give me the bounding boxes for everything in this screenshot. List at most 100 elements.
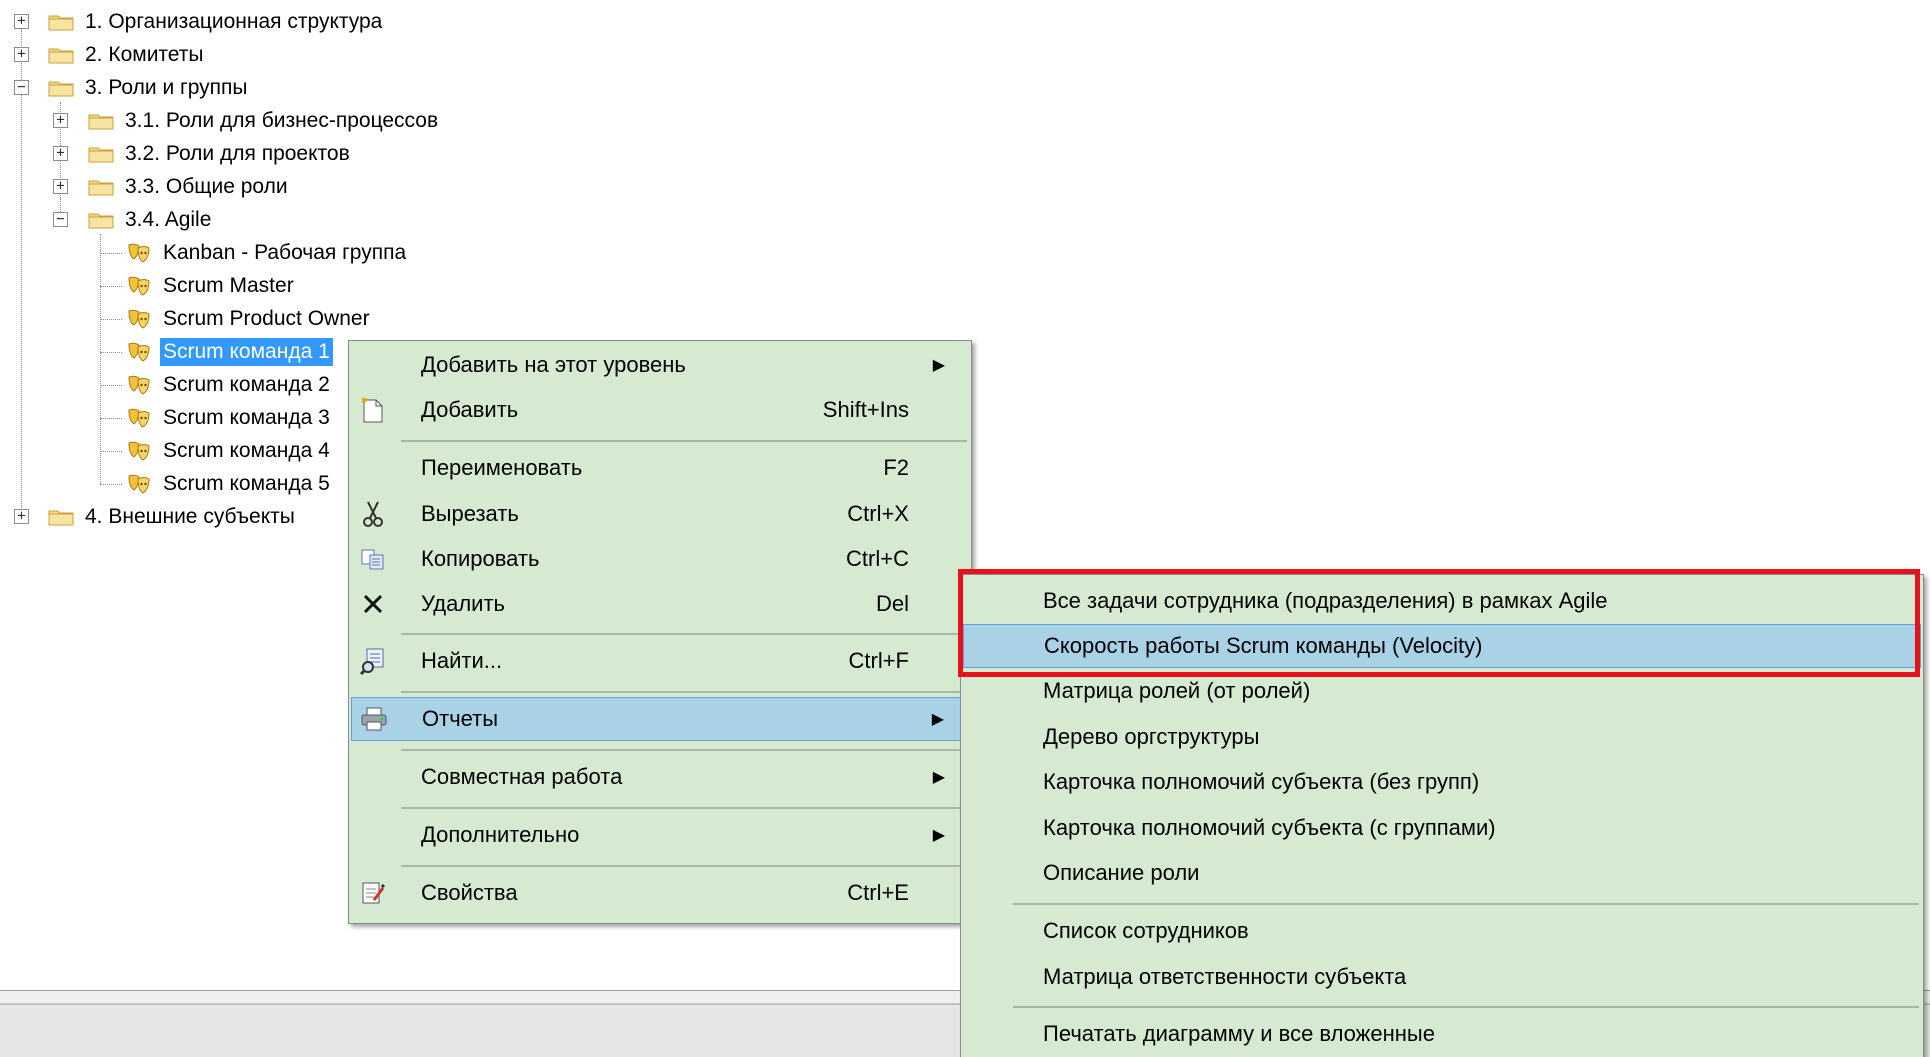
folder-icon <box>88 145 114 163</box>
tree-connector <box>21 22 22 518</box>
tree-node-label: 1. Организационная структура <box>85 10 383 33</box>
menu-item-shortcut: Ctrl+F <box>848 648 910 673</box>
menu-item-reports[interactable]: Отчеты ▶ <box>351 697 969 741</box>
menu-item-shortcut: F2 <box>883 455 909 480</box>
menu-item-label: Найти... <box>421 648 503 673</box>
tree-node-label: Scrum команда 4 <box>163 439 330 462</box>
menu-separator <box>401 749 967 751</box>
menu-item-add-to-level[interactable]: Добавить на этот уровень ▶ <box>351 343 969 387</box>
menu-item-advanced[interactable]: Дополнительно ▶ <box>351 813 969 857</box>
tree-node-committees[interactable]: 2. Комитеты <box>48 39 207 71</box>
tree-node-role[interactable]: Scrum Master <box>126 270 297 302</box>
context-menu: Добавить на этот уровень ▶ Добавить Shif… <box>348 340 972 924</box>
tree-node-role[interactable]: Scrum команда 2 <box>126 369 333 401</box>
menu-item-report-org-tree[interactable]: Дерево оргструктуры <box>963 715 1921 759</box>
tree-node-label: 3.3. Общие роли <box>125 175 288 198</box>
menu-separator <box>1013 1006 1919 1008</box>
folder-icon <box>88 178 114 196</box>
menu-item-label: Печатать диаграмму и все вложенные <box>1043 1021 1435 1046</box>
tree-node-bp-roles[interactable]: 3.1. Роли для бизнес-процессов <box>88 105 441 137</box>
menu-separator <box>401 865 967 867</box>
tree-node-common-roles[interactable]: 3.3. Общие роли <box>88 171 291 203</box>
folder-icon <box>48 508 74 526</box>
tree-node-label: Scrum Master <box>163 274 294 297</box>
menu-item-label: Список сотрудников <box>1043 918 1249 943</box>
tree-node-role[interactable]: Kanban - Рабочая группа <box>126 237 409 269</box>
tree-node-role[interactable]: Scrum команда 3 <box>126 402 333 434</box>
properties-icon <box>357 877 389 909</box>
menu-item-report-authority-with-groups[interactable]: Карточка полномочий субъекта (с группами… <box>963 806 1921 850</box>
delete-x-icon <box>357 588 389 620</box>
menu-item-label: Переименовать <box>421 455 583 480</box>
menu-item-properties[interactable]: Свойства Ctrl+E <box>351 871 969 915</box>
menu-item-copy[interactable]: Копировать Ctrl+C <box>351 537 969 581</box>
submenu-arrow-icon: ▶ <box>932 357 945 374</box>
tree-node-external-subjects[interactable]: 4. Внешние субъекты <box>48 501 298 533</box>
tree-node-role[interactable]: Scrum команда 4 <box>126 435 333 467</box>
tree-connector <box>100 319 122 320</box>
expand-toggle[interactable]: + <box>14 509 29 524</box>
expand-toggle[interactable]: + <box>14 47 29 62</box>
menu-item-label: Совместная работа <box>421 764 623 789</box>
menu-item-label: Отчеты <box>422 706 499 731</box>
menu-separator <box>1013 903 1919 905</box>
tree-connector <box>100 418 122 419</box>
expand-toggle[interactable]: + <box>14 14 29 29</box>
tree-node-agile[interactable]: 3.4. Agile <box>88 204 214 236</box>
menu-item-cut[interactable]: Вырезать Ctrl+X <box>351 492 969 536</box>
menu-separator <box>401 807 967 809</box>
menu-item-label: Добавить на этот уровень <box>421 352 686 377</box>
menu-item-label: Вырезать <box>421 501 519 526</box>
menu-item-add[interactable]: Добавить Shift+Ins <box>351 388 969 432</box>
role-mask-icon <box>126 274 152 298</box>
tree-connector <box>100 234 101 484</box>
menu-item-print-diagram[interactable]: Печатать диаграмму и все вложенные <box>963 1012 1921 1056</box>
folder-icon <box>48 13 74 31</box>
menu-item-label: Карточка полномочий субъекта (с группами… <box>1043 815 1496 840</box>
menu-item-report-employee-list[interactable]: Список сотрудников <box>963 909 1921 953</box>
tree-node-project-roles[interactable]: 3.2. Роли для проектов <box>88 138 353 170</box>
role-mask-icon <box>126 472 152 496</box>
tree-node-label: 3.1. Роли для бизнес-процессов <box>125 109 439 132</box>
printer-icon <box>358 703 390 735</box>
tree-node-org-structure[interactable]: 1. Организационная структура <box>48 6 385 38</box>
tree-node-role[interactable]: Scrum команда 5 <box>126 468 333 500</box>
tree-node-label: Scrum команда 2 <box>163 373 330 396</box>
menu-item-label: Дерево оргструктуры <box>1043 724 1260 749</box>
menu-item-delete[interactable]: Удалить Del <box>351 582 969 626</box>
tree-node-label: Scrum Product Owner <box>163 307 370 330</box>
menu-separator <box>401 633 967 635</box>
tree-node-roles-groups[interactable]: 3. Роли и группы <box>48 72 250 104</box>
expand-toggle[interactable]: + <box>53 146 68 161</box>
role-mask-icon <box>126 340 152 364</box>
menu-item-find[interactable]: Найти... Ctrl+F <box>351 639 969 683</box>
role-mask-icon <box>126 406 152 430</box>
tree-connector <box>100 253 122 254</box>
menu-item-shortcut: Ctrl+C <box>846 546 909 571</box>
menu-item-report-responsibility-matrix[interactable]: Матрица ответственности субъекта <box>963 955 1921 999</box>
menu-item-report-authority-no-groups[interactable]: Карточка полномочий субъекта (без групп) <box>963 760 1921 804</box>
tree-node-label: Scrum команда 3 <box>163 406 330 429</box>
tree-node-label: 3.4. Agile <box>125 208 212 231</box>
new-document-icon <box>357 394 389 426</box>
menu-separator <box>401 440 967 442</box>
role-mask-icon <box>126 373 152 397</box>
tree-node-label: Scrum команда 5 <box>163 472 330 495</box>
collapse-toggle[interactable]: − <box>14 80 29 95</box>
menu-item-label: Матрица ролей (от ролей) <box>1043 678 1311 703</box>
expand-toggle[interactable]: + <box>53 179 68 194</box>
collapse-toggle[interactable]: − <box>53 212 68 227</box>
menu-item-collaboration[interactable]: Совместная работа ▶ <box>351 755 969 799</box>
folder-icon <box>88 112 114 130</box>
submenu-arrow-icon: ▶ <box>932 769 945 786</box>
menu-item-label: Добавить <box>421 397 519 422</box>
scissors-icon <box>357 498 389 530</box>
tree-node-label: 2. Комитеты <box>85 43 204 66</box>
tree-connector <box>100 286 122 287</box>
expand-toggle[interactable]: + <box>53 113 68 128</box>
tree-node-role-selected[interactable]: Scrum команда 1 <box>126 336 333 368</box>
tree-node-role[interactable]: Scrum Product Owner <box>126 303 373 335</box>
menu-item-report-role-description[interactable]: Описание роли <box>963 851 1921 895</box>
menu-item-label: Матрица ответственности субъекта <box>1043 964 1407 989</box>
menu-item-rename[interactable]: Переименовать F2 <box>351 446 969 490</box>
